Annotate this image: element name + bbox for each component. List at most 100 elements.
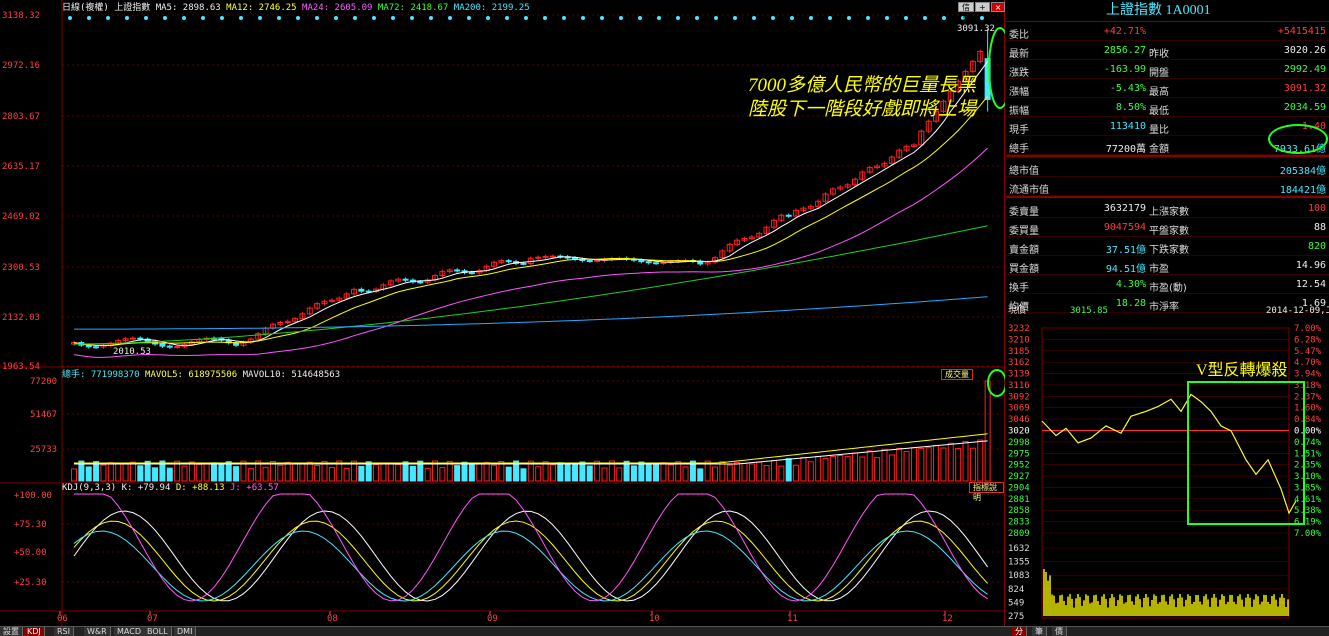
marker-dot [182, 16, 186, 20]
right-tab[interactable]: 分 [1012, 627, 1027, 636]
volume-bar [542, 461, 549, 482]
x-axis-label: 12 [942, 614, 953, 624]
y-axis-label: 1963.54 [2, 362, 40, 372]
intraday-pct-label: 6.19% [1294, 518, 1322, 528]
kdj-y-label: +75.30 [14, 520, 47, 530]
volume-bar [93, 461, 100, 482]
volume-bar [549, 464, 556, 482]
chart-buttons: 信息 + × [958, 2, 1006, 22]
intraday-pct-label: 3.10% [1294, 472, 1322, 482]
tab-boll[interactable]: BOLL [144, 627, 172, 636]
kdj-y-label: +25.30 [14, 578, 47, 588]
quote-row: 賣金額 37.51億 下跌家數 820 [1006, 237, 1329, 256]
quote-row: 振幅 8.50% 最低 2034.59 [1006, 98, 1329, 117]
intraday-price-label: 3046 [1008, 415, 1030, 425]
candle [520, 262, 527, 265]
marker-dot [638, 16, 642, 20]
y-axis-label: 2300.53 [2, 263, 40, 273]
quote-value: 18.28 [1115, 298, 1146, 309]
x-axis-label: 06 [57, 614, 68, 624]
volume-bar [122, 463, 129, 482]
quote-value: 3091.32 [1283, 83, 1326, 94]
volume-bar [601, 467, 608, 482]
candle [93, 346, 100, 349]
close-button[interactable]: × [990, 2, 1006, 12]
volume-bar [520, 468, 527, 482]
quote-label: 最低 [1149, 106, 1169, 117]
volume-bar [572, 463, 579, 482]
volume-bar [874, 457, 881, 482]
info-button[interactable]: 信息 [958, 2, 974, 22]
tab-kdj[interactable]: KDJ [24, 627, 45, 636]
volume-button[interactable]: 成交量 [941, 369, 973, 380]
quote-value: +5415415 [1277, 26, 1326, 37]
intraday-price-label: 3020 [1008, 427, 1030, 437]
marker-dot [277, 16, 281, 20]
marker-dot [733, 16, 737, 20]
volume-bar [852, 452, 859, 482]
kline-panel: 3138.32 2972.16 2803.67 2635.17 2469.02 2300.… [0, 0, 1006, 626]
volume-bar [454, 465, 461, 482]
volume-bar [181, 465, 188, 482]
intraday-price-label: 2809 [1008, 529, 1030, 539]
intraday-price-label: 3210 [1008, 335, 1030, 345]
volume-bar [358, 465, 365, 482]
quote-label: 量比 [1149, 125, 1169, 136]
intraday-avg-line [1041, 393, 1297, 515]
marker-dot [372, 16, 376, 20]
intraday-price-label: 3185 [1008, 347, 1030, 357]
volume-bar [402, 461, 409, 482]
quote-label: 最高 [1149, 87, 1169, 98]
intraday-price-label: 2904 [1008, 483, 1030, 493]
intraday-pct-label: 1.51% [1294, 449, 1322, 459]
quote-value: 4.30% [1115, 279, 1146, 290]
y-axis-label: 2803.67 [2, 112, 40, 122]
candle [535, 256, 542, 259]
volume-bar [468, 463, 475, 482]
kdj-line [73, 510, 989, 602]
right-tab[interactable]: 筆 [1032, 627, 1047, 636]
volume-bar [697, 468, 704, 482]
volume-bar [726, 464, 733, 482]
volume-bar [866, 450, 873, 482]
marker-dot [315, 16, 319, 20]
right-tab[interactable]: 價 [1052, 627, 1067, 636]
volume-bar [424, 467, 431, 482]
quote-row: 總市值 205384億 [1006, 158, 1329, 177]
volume-bar [837, 455, 844, 482]
intraday-price-label: 2881 [1008, 495, 1030, 505]
quote-value: 2034.59 [1283, 102, 1326, 113]
marker-dot [866, 16, 870, 20]
candle [653, 262, 660, 265]
volume-bar [918, 447, 925, 482]
kdj-name: KDJ(9,3,3) [62, 483, 117, 493]
marker-dot [391, 16, 395, 20]
add-button[interactable]: + [975, 2, 990, 12]
tab-wr[interactable]: W&R [84, 627, 111, 636]
volume-y-label: 77200 [30, 377, 57, 387]
kdj-line [73, 520, 989, 602]
intraday-pct-label: 4.61% [1294, 495, 1322, 505]
quote-row: 最新 2856.27 昨收 3020.26 [1006, 41, 1329, 60]
tab-macd[interactable]: MACD [114, 627, 145, 636]
legend-ma24: MA24: 2605.09 [302, 3, 373, 13]
tab-rsi[interactable]: RSI [54, 627, 74, 636]
quote-label: 賣金額 [1009, 245, 1039, 256]
quote-label: 總市值 [1009, 166, 1039, 177]
tab-[interactable]: 設置 [0, 627, 23, 636]
quote-row: 買金額 94.51億 市盈 14.96 [1006, 256, 1329, 275]
volume-bar [439, 467, 446, 482]
quote-label: 市盈 [1149, 264, 1169, 275]
volume-bar [660, 462, 667, 482]
volume-bar [630, 465, 637, 482]
indicator-help-button[interactable]: 指標說明 [969, 482, 1004, 502]
tab-dmi[interactable]: DMI [174, 627, 197, 636]
volume-bar [925, 447, 932, 482]
quote-label: 下跌家數 [1149, 245, 1189, 256]
legend-ma72: MA72: 2418.67 [377, 3, 449, 13]
ma12-line [73, 95, 988, 346]
caption-line2: 陸股下一階段好戲即將上場 [748, 99, 977, 120]
volume-bar [365, 461, 372, 482]
marker-dot [296, 16, 300, 20]
kdj-y-label: +100.00 [14, 491, 52, 501]
